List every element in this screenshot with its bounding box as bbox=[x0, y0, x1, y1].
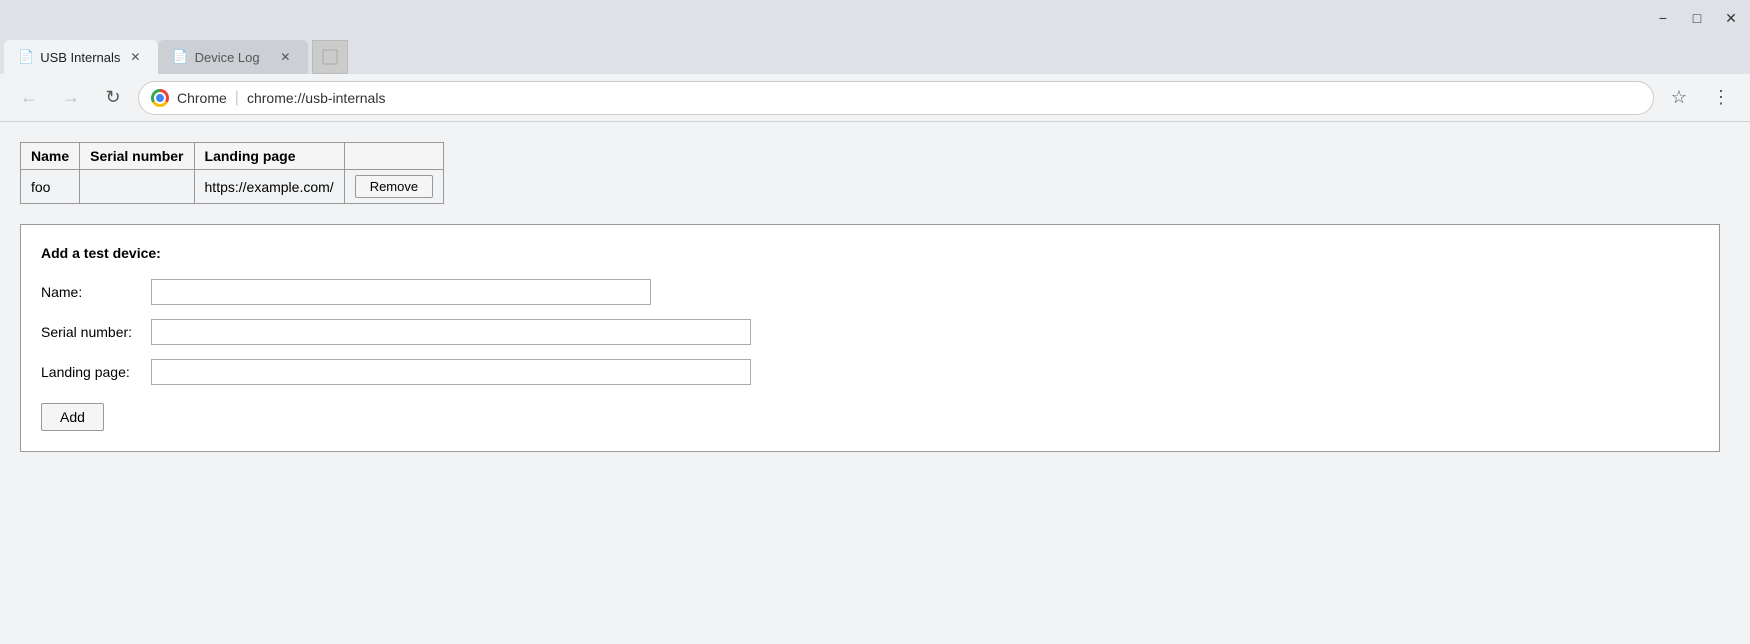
col-landing-header: Landing page bbox=[194, 143, 344, 170]
add-device-container: Add a test device: Name: Serial number: … bbox=[20, 224, 1720, 452]
add-device-title: Add a test device: bbox=[41, 245, 1699, 261]
col-serial-header: Serial number bbox=[80, 143, 194, 170]
forward-button[interactable]: → bbox=[54, 81, 88, 115]
serial-number-input[interactable] bbox=[151, 319, 751, 345]
tab-device-log-label: Device Log bbox=[195, 50, 271, 65]
name-input[interactable] bbox=[151, 279, 651, 305]
serial-label: Serial number: bbox=[41, 324, 151, 340]
close-button[interactable]: ✕ bbox=[1720, 7, 1742, 29]
landing-row: Landing page: bbox=[41, 359, 1699, 385]
name-row: Name: bbox=[41, 279, 1699, 305]
chrome-icon bbox=[151, 89, 169, 107]
page-content: Name Serial number Landing page foo http… bbox=[0, 122, 1750, 644]
devices-table: Name Serial number Landing page foo http… bbox=[20, 142, 444, 204]
address-separator: | bbox=[235, 89, 239, 107]
tab-usb-internals-close[interactable]: ✕ bbox=[126, 48, 144, 66]
toolbar: ← → ↻ Chrome | chrome://usb-internals ☆ … bbox=[0, 74, 1750, 122]
new-tab-button[interactable] bbox=[312, 40, 348, 74]
serial-row: Serial number: bbox=[41, 319, 1699, 345]
remove-button[interactable]: Remove bbox=[355, 175, 433, 198]
title-bar: − □ ✕ bbox=[0, 0, 1750, 36]
row-serial-cell bbox=[80, 170, 194, 204]
bookmark-button[interactable]: ☆ bbox=[1662, 81, 1696, 115]
title-bar-controls: − □ ✕ bbox=[1652, 7, 1742, 29]
table-row: foo https://example.com/ Remove bbox=[21, 170, 444, 204]
reload-button[interactable]: ↻ bbox=[96, 81, 130, 115]
col-name-header: Name bbox=[21, 143, 80, 170]
col-action-header bbox=[344, 143, 443, 170]
tab-usb-internals[interactable]: 📄 USB Internals ✕ bbox=[4, 40, 158, 74]
row-action-cell: Remove bbox=[344, 170, 443, 204]
row-name-cell: foo bbox=[21, 170, 80, 204]
table-header-row: Name Serial number Landing page bbox=[21, 143, 444, 170]
minimize-button[interactable]: − bbox=[1652, 7, 1674, 29]
address-bar[interactable]: Chrome | chrome://usb-internals bbox=[138, 81, 1654, 115]
add-button[interactable]: Add bbox=[41, 403, 104, 431]
row-landing-cell: https://example.com/ bbox=[194, 170, 344, 204]
tab-usb-internals-label: USB Internals bbox=[40, 50, 120, 65]
landing-page-input[interactable] bbox=[151, 359, 751, 385]
tab-page-icon: 📄 bbox=[18, 49, 34, 65]
tab-bar: 📄 USB Internals ✕ 📄 Device Log ✕ bbox=[0, 36, 1750, 74]
tab-device-log-close[interactable]: ✕ bbox=[276, 48, 294, 66]
name-label: Name: bbox=[41, 284, 151, 300]
tab-device-log-page-icon: 📄 bbox=[172, 49, 188, 65]
menu-button[interactable]: ⋮ bbox=[1704, 81, 1738, 115]
maximize-button[interactable]: □ bbox=[1686, 7, 1708, 29]
address-source: Chrome bbox=[177, 90, 227, 106]
back-button[interactable]: ← bbox=[12, 81, 46, 115]
address-url[interactable]: chrome://usb-internals bbox=[247, 90, 1641, 106]
landing-label: Landing page: bbox=[41, 364, 151, 380]
tab-device-log[interactable]: 📄 Device Log ✕ bbox=[158, 40, 308, 74]
